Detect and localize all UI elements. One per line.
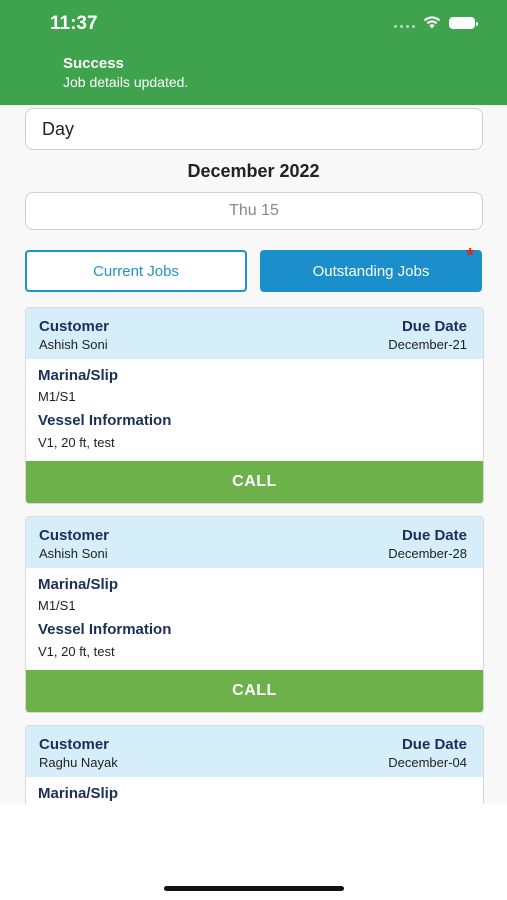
- tab-current-jobs[interactable]: Current Jobs: [25, 250, 247, 292]
- customer-name: Raghu Nayak: [39, 755, 118, 770]
- toast-title: Success: [63, 55, 124, 72]
- due-date-label: Due Date: [401, 736, 467, 753]
- job-card-body: Marina/Slip: [26, 777, 483, 804]
- job-card: Customer Ashish Soni Due Date December-2…: [25, 307, 484, 504]
- marina-label: Marina/Slip: [38, 785, 119, 802]
- marina-label: Marina/Slip: [38, 367, 119, 384]
- job-card-body: Marina/Slip M1/S1 Vessel Information V1,…: [26, 359, 483, 461]
- due-date-label: Due Date: [401, 527, 467, 544]
- customer-name: Ashish Soni: [39, 337, 108, 352]
- outstanding-indicator-icon: *: [466, 245, 474, 267]
- job-card-body: Marina/Slip M1/S1 Vessel Information V1,…: [26, 568, 483, 670]
- period-select[interactable]: Day: [25, 108, 483, 150]
- marina-value: M1/S1: [38, 389, 76, 404]
- job-card: Customer Raghu Nayak Due Date December-0…: [25, 725, 484, 804]
- call-button[interactable]: CALL: [26, 670, 483, 712]
- due-date-value: December-04: [388, 755, 467, 770]
- job-card-header: Customer Ashish Soni Due Date December-2…: [26, 308, 483, 359]
- customer-label: Customer: [39, 318, 110, 335]
- success-toast-banner: 11:37 Success Job details updated.: [0, 0, 507, 105]
- due-date-value: December-21: [388, 337, 467, 352]
- due-date-value: December-28: [388, 546, 467, 561]
- toast-message: Job details updated.: [63, 74, 189, 90]
- tab-outstanding-jobs[interactable]: Outstanding Jobs *: [260, 246, 482, 292]
- job-card: Customer Ashish Soni Due Date December-2…: [25, 516, 484, 713]
- vessel-value: V1, 20 ft, test: [38, 644, 115, 659]
- wifi-icon: [423, 16, 441, 29]
- month-title: December 2022: [187, 161, 320, 181]
- date-picker[interactable]: Thu 15: [25, 192, 483, 230]
- cellular-signal-icon: [394, 18, 415, 28]
- home-indicator[interactable]: [164, 886, 344, 891]
- job-card-header: Customer Ashish Soni Due Date December-2…: [26, 517, 483, 568]
- due-date-label: Due Date: [401, 318, 467, 335]
- customer-label: Customer: [39, 527, 110, 544]
- call-button[interactable]: CALL: [26, 461, 483, 503]
- tab-label: Outstanding Jobs: [312, 263, 430, 280]
- customer-name: Ashish Soni: [39, 546, 108, 561]
- job-card-header: Customer Raghu Nayak Due Date December-0…: [26, 726, 483, 777]
- marina-value: M1/S1: [38, 598, 76, 613]
- job-list[interactable]: Customer Ashish Soni Due Date December-2…: [25, 307, 484, 804]
- status-icons: [394, 16, 478, 29]
- vessel-value: V1, 20 ft, test: [38, 435, 115, 450]
- vessel-label: Vessel Information: [38, 621, 172, 638]
- customer-label: Customer: [39, 736, 110, 753]
- vessel-label: Vessel Information: [38, 412, 172, 429]
- battery-icon: [449, 16, 478, 29]
- status-time: 11:37: [50, 13, 98, 34]
- tab-label: Current Jobs: [93, 263, 179, 280]
- marina-label: Marina/Slip: [38, 576, 119, 593]
